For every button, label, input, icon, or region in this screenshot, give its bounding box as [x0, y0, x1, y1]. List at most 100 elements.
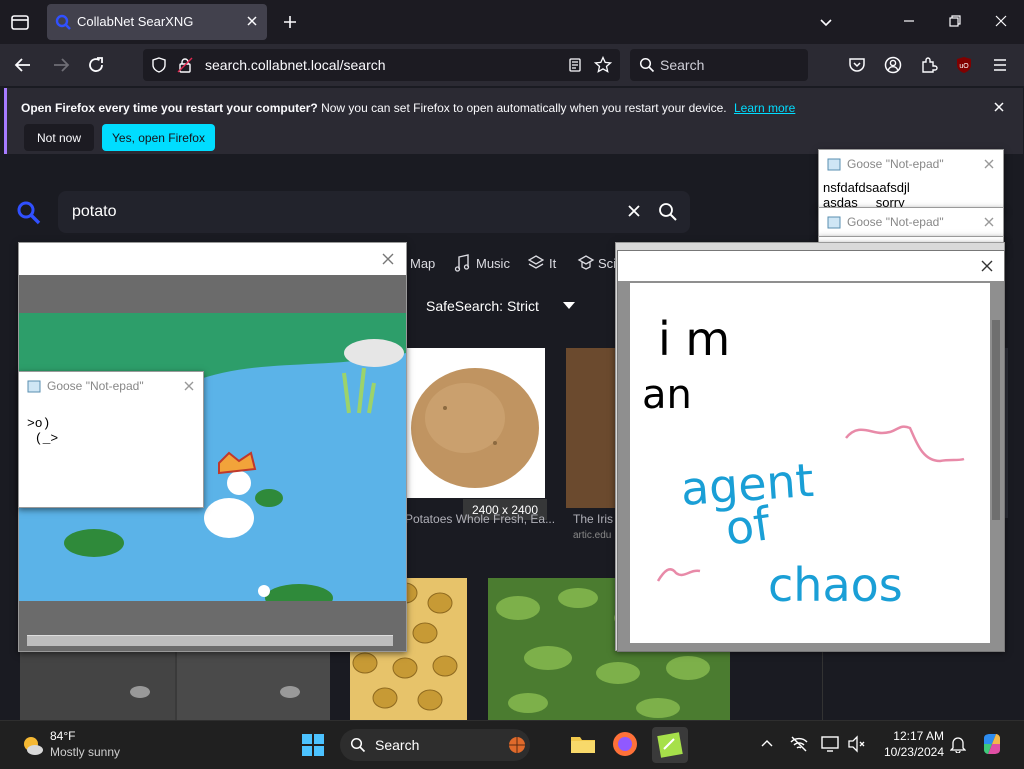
new-tab-icon[interactable]	[282, 14, 298, 30]
notepad-goose-icon	[657, 732, 683, 758]
query-box[interactable]: potato	[58, 191, 690, 233]
learn-more-link[interactable]: Learn more	[734, 101, 795, 115]
search-query-input[interactable]: potato	[72, 203, 116, 221]
file-explorer-icon[interactable]	[570, 733, 596, 755]
goose-app-button[interactable]	[652, 727, 688, 763]
searxng-logo-icon[interactable]	[16, 200, 42, 226]
taskbar-search-label: Search	[375, 737, 420, 753]
forward-icon[interactable]	[52, 56, 70, 74]
window-scrollbar[interactable]	[27, 635, 393, 646]
video-window-titlebar[interactable]	[19, 243, 406, 275]
account-icon[interactable]	[884, 56, 902, 74]
pocket-icon[interactable]	[848, 56, 866, 74]
tab-list-icon[interactable]	[10, 12, 30, 32]
tab-strip: CollabNet SearXNG	[0, 0, 1024, 44]
menu-icon[interactable]	[991, 56, 1009, 74]
safesearch-select[interactable]: SafeSearch: Strict	[426, 298, 539, 314]
bookmark-star-icon[interactable]	[594, 56, 612, 74]
url-bar[interactable]: search.collabnet.local/search	[143, 49, 620, 81]
notification-text: Now you can set Firefox to open automati…	[317, 101, 727, 115]
goose-window-titlebar[interactable]: Goose "Not-epad"	[19, 372, 203, 400]
svg-text:uO: uO	[959, 63, 969, 70]
goose-notepad-window-2[interactable]: Goose "Not-epad"	[818, 207, 1004, 239]
goose-note-text: nsfdafdsaafsdjl asdas sorry	[823, 180, 910, 210]
drawing-line-1: i m	[658, 312, 730, 366]
ublock-icon[interactable]: uO	[955, 56, 973, 74]
goose-window-title: Goose "Not-epad"	[847, 215, 944, 229]
back-icon[interactable]	[14, 56, 32, 74]
drawing-line-5: chaos	[768, 558, 903, 612]
browser-search-bar[interactable]: Search	[630, 49, 808, 81]
weather-condition[interactable]: Mostly sunny	[50, 745, 120, 759]
layers-icon	[528, 254, 544, 272]
reader-view-icon[interactable]	[567, 57, 583, 73]
close-icon[interactable]	[183, 380, 195, 392]
goose-notepad-window-1[interactable]: Goose "Not-epad" nsfdafdsaafsdjl asdas s…	[818, 149, 1004, 213]
drawing-window-scrollbar[interactable]	[992, 320, 1000, 520]
category-map[interactable]: Map	[410, 256, 435, 271]
default-browser-notification: Open Firefox every time you restart your…	[4, 88, 1023, 154]
category-it[interactable]: It	[549, 256, 556, 271]
close-icon[interactable]	[980, 259, 994, 273]
reload-icon[interactable]	[87, 56, 105, 74]
chevron-up-icon[interactable]	[761, 737, 773, 749]
goose-window-title: Goose "Not-epad"	[847, 157, 944, 171]
search-icon	[639, 57, 655, 73]
dropdown-arrow-icon[interactable]	[562, 301, 576, 311]
browser-tab[interactable]: CollabNet SearXNG	[47, 4, 267, 40]
clear-search-icon[interactable]	[627, 204, 641, 218]
display-icon[interactable]	[820, 734, 840, 754]
weather-temp[interactable]: 84°F	[50, 729, 75, 743]
goose-window-titlebar[interactable]: Goose "Not-epad"	[819, 150, 1003, 178]
volume-muted-icon[interactable]	[846, 734, 866, 754]
music-icon	[454, 254, 470, 272]
result-source: artic.edu	[573, 530, 612, 541]
submit-search-icon[interactable]	[658, 202, 678, 222]
clock-time[interactable]: 12:17 AM	[884, 729, 944, 743]
notepad-icon	[827, 215, 841, 229]
open-firefox-button[interactable]: Yes, open Firefox	[102, 124, 215, 151]
shield-icon[interactable]	[151, 57, 167, 73]
basketball-icon	[508, 736, 526, 754]
video-letterbox-top	[19, 275, 406, 313]
potato-image-result[interactable]	[405, 348, 545, 498]
close-icon[interactable]	[983, 158, 995, 170]
clock-date[interactable]: 10/23/2024	[874, 745, 944, 759]
close-tab-icon[interactable]	[245, 14, 259, 28]
drawing-window-titlebar[interactable]	[618, 251, 1004, 281]
searxng-icon	[55, 14, 71, 30]
goose-notepad-window-left[interactable]: Goose "Not-epad" >o) (_>	[18, 371, 204, 508]
close-window-icon[interactable]	[994, 14, 1008, 28]
windows-start-icon[interactable]	[302, 734, 324, 756]
copilot-icon[interactable]	[980, 732, 1004, 756]
close-icon[interactable]	[983, 216, 995, 228]
result-caption-iris[interactable]: The Iris	[573, 512, 618, 526]
tab-title: CollabNet SearXNG	[77, 14, 194, 29]
notepad-icon	[27, 379, 41, 393]
not-now-button[interactable]: Not now	[24, 124, 94, 151]
restore-icon[interactable]	[948, 14, 962, 28]
weather-icon[interactable]	[20, 733, 44, 757]
category-science[interactable]: Sci	[598, 256, 616, 271]
drawing-line-2: an	[642, 372, 692, 418]
goose-ascii-text: >o) (_>	[27, 416, 59, 446]
notification-bell-icon[interactable]	[950, 735, 966, 753]
grayscale-image-result[interactable]	[20, 652, 330, 720]
chevron-down-icon[interactable]	[818, 14, 834, 30]
search-icon	[350, 737, 366, 753]
lock-warning-icon[interactable]	[177, 57, 193, 73]
minimize-icon[interactable]	[902, 14, 916, 28]
goose-drawing-window[interactable]: i m an agent of chaos	[617, 250, 1005, 652]
science-icon	[577, 254, 595, 272]
firefox-icon[interactable]	[612, 731, 638, 757]
iris-image-result[interactable]	[566, 348, 616, 508]
result-caption[interactable]: Potatoes Whole Fresh, Ea...	[405, 512, 555, 526]
goose-window-titlebar[interactable]: Goose "Not-epad"	[819, 208, 1003, 236]
navigation-bar: search.collabnet.local/search Search uO	[0, 44, 1024, 86]
network-off-icon[interactable]	[789, 734, 809, 754]
category-music[interactable]: Music	[476, 256, 510, 271]
extensions-icon[interactable]	[920, 56, 938, 74]
close-icon[interactable]	[381, 252, 395, 266]
taskbar-search[interactable]: Search	[340, 729, 530, 761]
close-notification-icon[interactable]	[993, 101, 1005, 113]
